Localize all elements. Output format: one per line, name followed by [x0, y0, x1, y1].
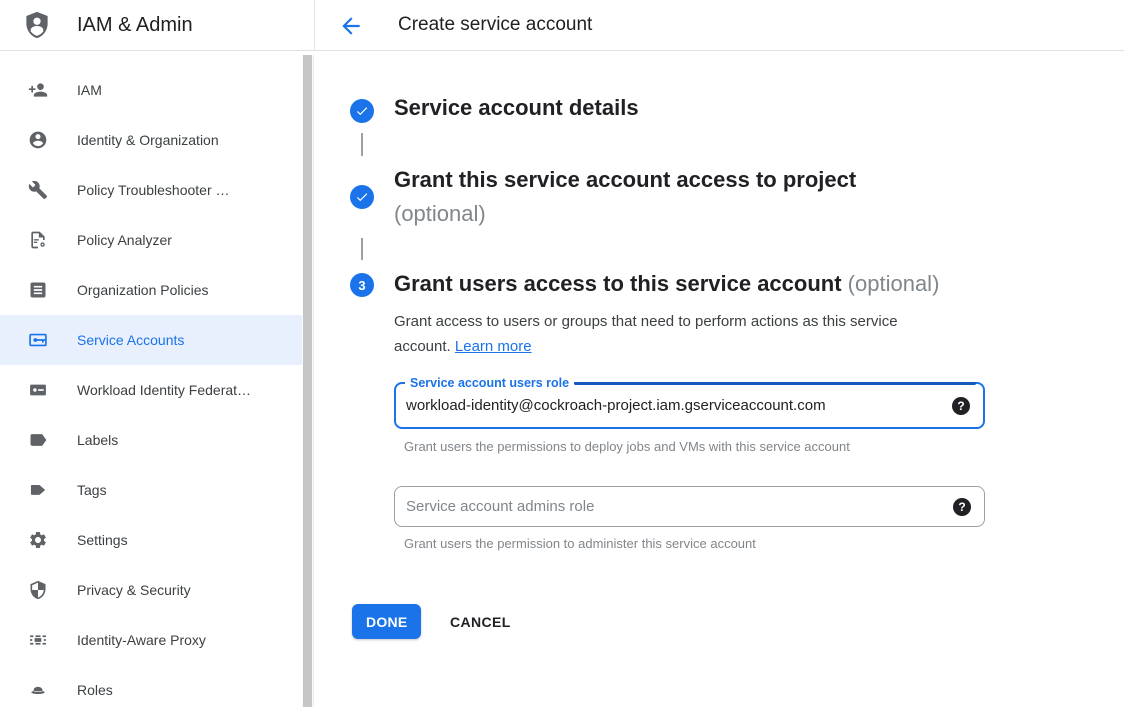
cancel-button[interactable]: CANCEL [442, 604, 519, 639]
admins-role-field-placeholder[interactable]: Service account admins role [406, 487, 940, 526]
sidebar-item-privacy-security[interactable]: Privacy & Security [0, 565, 302, 615]
done-button[interactable]: DONE [352, 604, 421, 639]
page-title: Create service account [398, 0, 592, 50]
document-gear-icon [28, 230, 48, 250]
sidebar-item-service-accounts[interactable]: Service Accounts [0, 315, 302, 365]
iam-admin-sidebar: IAM Identity & Organization Policy Trouble… [0, 51, 302, 707]
sidebar-item-label: Settings [77, 532, 128, 548]
step2-complete-check-icon [350, 185, 374, 209]
sidebar-item-organization-policies[interactable]: Organization Policies [0, 265, 302, 315]
sidebar-item-labels[interactable]: Labels [0, 415, 302, 465]
wrench-icon [28, 180, 48, 200]
sidebar-item-label: Privacy & Security [77, 582, 191, 598]
product-header: IAM & Admin [0, 0, 315, 50]
main-content: Service account details Grant this servi… [315, 51, 1124, 707]
sidebar-item-label: Roles [77, 682, 113, 698]
sidebar-item-roles[interactable]: Roles [0, 665, 302, 707]
step3-optional-label: (optional) [848, 271, 940, 296]
users-role-field-value[interactable]: workload-identity@cockroach-project.iam.… [406, 384, 939, 427]
tag-arrow-icon [28, 480, 48, 500]
sidebar-item-policy-troubleshooter[interactable]: Policy Troubleshooter … [0, 165, 302, 215]
step1-complete-check-icon [350, 99, 374, 123]
arrow-back-icon[interactable] [338, 13, 364, 39]
sidebar-item-label: IAM [77, 82, 102, 98]
label-icon [28, 430, 48, 450]
sidebar-item-label: Identity-Aware Proxy [77, 632, 206, 648]
help-icon[interactable]: ? [952, 397, 970, 415]
step3-title: Grant users access to this service accou… [394, 271, 939, 297]
identity-card-icon [28, 380, 48, 400]
gear-icon [28, 530, 48, 550]
step2-optional-label: (optional) [394, 201, 486, 227]
users-role-helper-text: Grant users the permissions to deploy jo… [404, 439, 850, 454]
learn-more-link[interactable]: Learn more [455, 338, 532, 355]
sidebar-item-iam[interactable]: IAM [0, 65, 302, 115]
step3-description: Grant access to users or groups that nee… [394, 309, 954, 359]
help-icon[interactable]: ? [953, 498, 971, 516]
iam-shield-person-icon [22, 10, 52, 40]
service-account-admins-role-field[interactable]: Service account admins role ? [394, 486, 985, 527]
sidebar-item-workload-identity-federat[interactable]: Workload Identity Federat… [0, 365, 302, 415]
step3-number-badge: 3 [350, 273, 374, 297]
top-header-bar: IAM & Admin Create service account [0, 0, 1124, 51]
service-account-key-icon [28, 330, 48, 350]
document-lines-icon [28, 280, 48, 300]
account-circle-icon [28, 130, 48, 150]
proxy-gateway-icon [28, 630, 48, 650]
step2-title: Grant this service account access to pro… [394, 167, 856, 193]
sidebar-item-label: Policy Troubleshooter … [77, 182, 230, 198]
step-connector-line [361, 133, 363, 156]
sidebar-item-label: Identity & Organization [77, 132, 219, 148]
service-account-users-role-field[interactable]: Service account users role workload-iden… [394, 382, 985, 429]
hat-icon [28, 680, 48, 700]
sidebar-item-tags[interactable]: Tags [0, 465, 302, 515]
sidebar-scrollbar-track[interactable] [302, 55, 314, 707]
sidebar-item-identity-organization[interactable]: Identity & Organization [0, 115, 302, 165]
admins-role-helper-text: Grant users the permission to administer… [404, 536, 756, 551]
step1-title: Service account details [394, 95, 639, 121]
sidebar-item-policy-analyzer[interactable]: Policy Analyzer [0, 215, 302, 265]
sidebar-scrollbar-thumb[interactable] [303, 55, 312, 707]
sidebar-item-settings[interactable]: Settings [0, 515, 302, 565]
sidebar-item-label: Organization Policies [77, 282, 209, 298]
product-title: IAM & Admin [77, 0, 193, 50]
sidebar-item-identity-aware-proxy[interactable]: Identity-Aware Proxy [0, 615, 302, 665]
sidebar-item-label: Policy Analyzer [77, 232, 172, 248]
sidebar-item-label: Workload Identity Federat… [77, 382, 251, 398]
shield-half-icon [28, 580, 48, 600]
sidebar-item-label: Labels [77, 432, 118, 448]
step-connector-line [361, 238, 363, 260]
person-add-icon [28, 80, 48, 100]
sidebar-item-label: Tags [77, 482, 107, 498]
create-service-account-page: IAM & Admin Create service account IAM Id… [0, 0, 1124, 707]
sidebar-item-label: Service Accounts [77, 332, 184, 348]
